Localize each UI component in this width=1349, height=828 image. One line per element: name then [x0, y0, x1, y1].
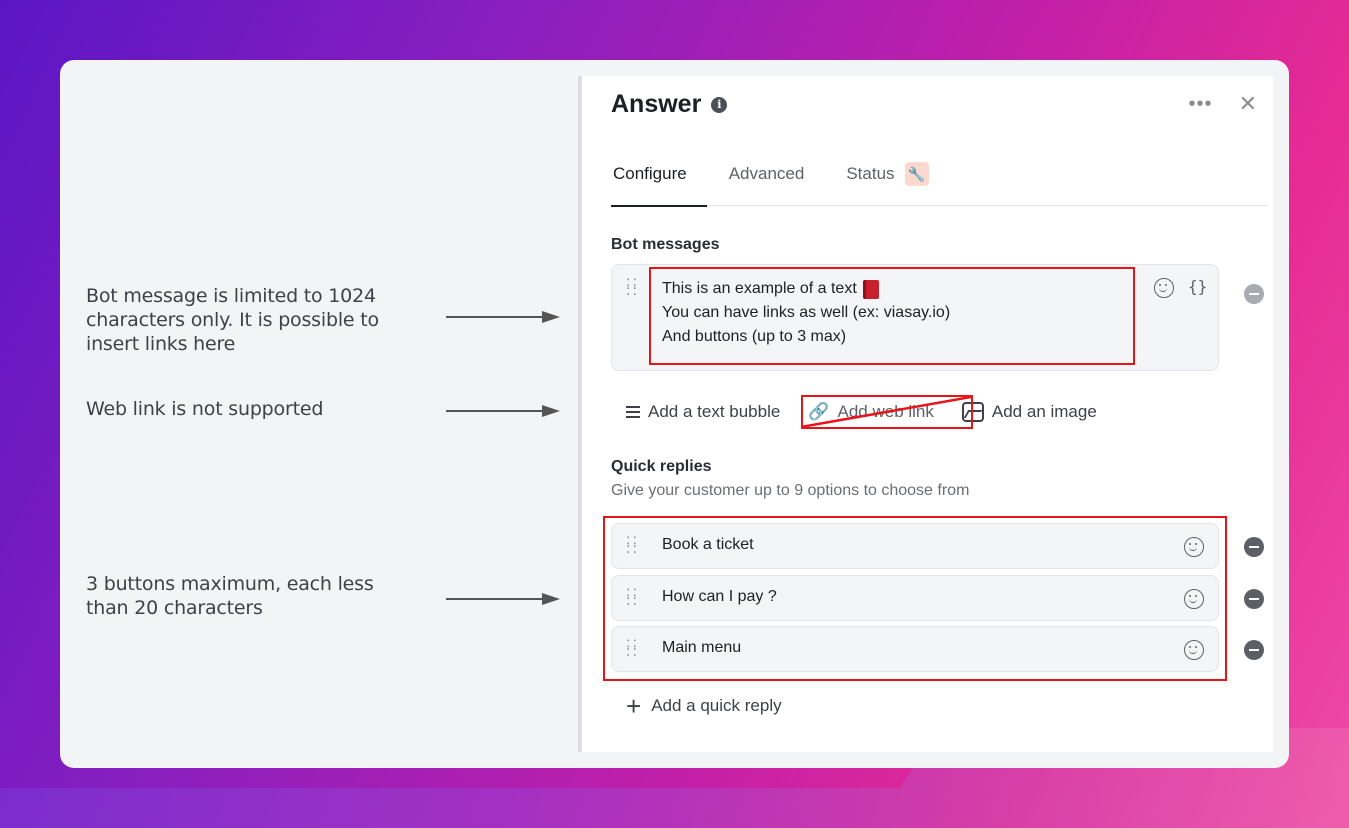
link-icon: 🔗 [808, 402, 830, 421]
remove-icon[interactable] [1244, 537, 1264, 557]
emoji-icon[interactable] [1154, 278, 1174, 298]
arrow-right-icon [446, 593, 560, 605]
bot-message-note: Bot message is limited to 1024 character… [86, 285, 379, 355]
drag-handle-icon[interactable]: ⁚⁚ ⁚⁚ [626, 587, 640, 607]
emoji-icon[interactable] [1184, 589, 1204, 609]
book-icon [862, 279, 879, 299]
tab-bar: Configure Advanced Status 🔧 [611, 154, 1268, 207]
add-web-link-button[interactable]: 🔗 Add web link [808, 402, 934, 422]
tab-configure[interactable]: Configure [611, 154, 707, 207]
emoji-icon[interactable] [1184, 640, 1204, 660]
tab-status[interactable]: Status 🔧 [844, 154, 948, 206]
drag-handle-icon[interactable]: ⁚⁚ ⁚⁚ [626, 535, 640, 555]
screenshot-card: Bot message is limited to 1024 character… [60, 60, 1289, 768]
buttons-note: 3 buttons maximum, each less than 20 cha… [86, 573, 374, 619]
bot-message-text[interactable]: This is an example of a text You can hav… [662, 277, 950, 349]
quick-replies-label: Quick replies [611, 458, 712, 475]
add-image-button[interactable]: Add an image [961, 402, 1097, 422]
variable-braces-icon[interactable]: {} [1188, 277, 1207, 296]
remove-icon[interactable] [1244, 589, 1264, 609]
drag-handle-icon[interactable]: ⁚⁚ ⁚⁚ [626, 277, 640, 297]
image-icon [961, 402, 984, 422]
wrench-icon: 🔧 [904, 162, 929, 186]
emoji-icon[interactable] [1184, 537, 1204, 557]
quick-reply-item[interactable]: ⁚⁚ ⁚⁚ Main menu [611, 626, 1219, 672]
drag-handle-icon[interactable]: ⁚⁚ ⁚⁚ [626, 638, 640, 658]
add-text-bubble-button[interactable]: Add a text bubble [626, 402, 780, 422]
text-lines-icon [626, 406, 640, 418]
answer-panel: Answer i ••• ✕ Configure Advanced Status… [578, 76, 1273, 752]
bot-message-editor[interactable]: ⁚⁚ ⁚⁚ This is an example of a text You ca… [611, 264, 1219, 371]
add-content-row: Add a text bubble 🔗 Add web link Add an … [626, 402, 1125, 422]
quick-replies-description: Give your customer up to 9 options to ch… [611, 482, 970, 499]
info-icon[interactable]: i [711, 96, 728, 113]
plus-icon: + [626, 691, 642, 721]
quick-reply-item[interactable]: ⁚⁚ ⁚⁚ How can I pay ? [611, 575, 1219, 621]
bot-messages-label: Bot messages [611, 236, 720, 253]
tab-advanced[interactable]: Advanced [727, 154, 825, 206]
arrow-right-icon [446, 405, 560, 417]
web-link-note: Web link is not supported [86, 398, 324, 420]
quick-reply-item[interactable]: ⁚⁚ ⁚⁚ Book a ticket [611, 523, 1219, 569]
more-icon[interactable]: ••• [1189, 94, 1213, 114]
close-icon[interactable]: ✕ [1239, 93, 1257, 115]
add-quick-reply-button[interactable]: + Add a quick reply [626, 691, 782, 721]
panel-title: Answer i [611, 90, 728, 119]
remove-icon[interactable] [1244, 284, 1264, 304]
panel-actions: ••• ✕ [1189, 93, 1257, 115]
arrow-right-icon [446, 311, 560, 323]
remove-icon[interactable] [1244, 640, 1264, 660]
